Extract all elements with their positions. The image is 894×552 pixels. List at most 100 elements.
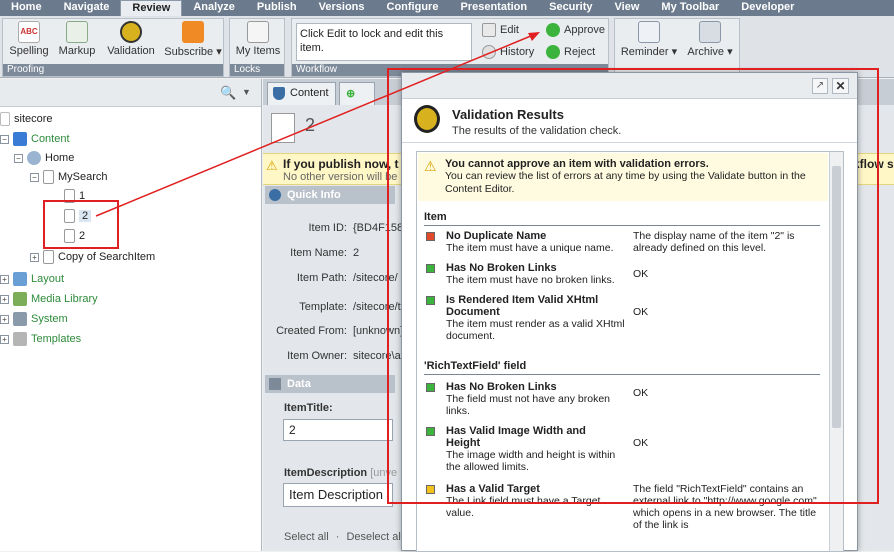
validator-description: The item must have a unique name.	[446, 242, 614, 254]
tree-search-bar: 🔍 ▼	[0, 79, 261, 107]
content-icon	[13, 132, 27, 146]
markup-button[interactable]: Markup	[55, 21, 99, 57]
select-all-link[interactable]: Select all	[284, 531, 329, 543]
markup-label: Markup	[58, 45, 96, 57]
item-title-input[interactable]: 2	[283, 419, 393, 441]
edit-icon	[482, 23, 496, 37]
tree-node-item-2-selected[interactable]: 2	[64, 209, 92, 223]
history-button[interactable]: History	[482, 45, 534, 59]
folder-icon	[0, 112, 10, 126]
tree-node-system[interactable]: + System	[0, 312, 68, 326]
locks-group-title: Locks	[230, 64, 284, 76]
reminder-button[interactable]: Reminder ▾	[619, 21, 679, 58]
close-icon[interactable]: ✕	[832, 78, 849, 94]
tree-node-templates[interactable]: + Templates	[0, 332, 81, 346]
item-id-label: Item ID:	[308, 222, 347, 234]
item-name-label: Item Name:	[290, 247, 347, 259]
scrollbar-thumb[interactable]	[832, 166, 841, 428]
tree-node-layout[interactable]: + Layout	[0, 272, 64, 286]
collapse-icon[interactable]: −	[14, 153, 23, 163]
popout-icon[interactable]: ↗	[812, 78, 828, 94]
tree-node-media-library[interactable]: + Media Library	[0, 292, 98, 306]
item-title-label: ItemTitle:	[284, 402, 333, 414]
item-path-label: Item Path:	[296, 272, 347, 284]
quick-info-label: Quick Info	[287, 189, 341, 201]
templates-icon	[13, 332, 27, 346]
info-icon	[269, 189, 281, 201]
quick-info-header[interactable]: Quick Info	[265, 186, 395, 204]
tree-node-item-2-duplicate[interactable]: 2	[64, 229, 85, 243]
menu-tab-analyze[interactable]: Analyze	[182, 0, 246, 16]
document-icon	[64, 189, 75, 203]
tree-node-home[interactable]: − Home	[14, 151, 74, 165]
reject-icon	[546, 45, 560, 59]
markup-icon	[66, 21, 88, 43]
tree-node-item-1[interactable]: 1	[64, 189, 85, 203]
collapse-icon[interactable]: −	[30, 172, 39, 182]
approve-button[interactable]: Approve	[546, 23, 605, 37]
deselect-all-link[interactable]: Deselect all	[346, 531, 403, 543]
archive-icon	[699, 21, 721, 43]
expand-icon[interactable]: +	[0, 274, 9, 284]
subscribe-button[interactable]: Subscribe ▾	[163, 21, 223, 58]
document-icon	[64, 209, 75, 223]
menu-tab-review[interactable]: Review	[120, 0, 183, 16]
spelling-button[interactable]: ABC Spelling	[7, 21, 51, 57]
proofing-group-title: Proofing	[3, 64, 223, 76]
workflow-group: Click Edit to lock and edit this item. E…	[291, 18, 609, 77]
results-scrollbar[interactable]	[829, 152, 843, 551]
menu-tab-developer[interactable]: Developer	[730, 0, 805, 16]
dialog-title: Validation Results	[452, 107, 564, 122]
menu-tab-configure[interactable]: Configure	[376, 0, 450, 16]
reject-button[interactable]: Reject	[546, 45, 595, 59]
expand-icon[interactable]: +	[0, 294, 9, 304]
menu-tab-publish[interactable]: Publish	[246, 0, 308, 16]
menu-tab-my-toolbar[interactable]: My Toolbar	[650, 0, 730, 16]
menu-tab-versions[interactable]: Versions	[308, 0, 376, 16]
tree-node-copy-of-searchitem[interactable]: + Copy of SearchItem	[30, 250, 155, 264]
menu-tab-home[interactable]: Home	[0, 0, 53, 16]
edit-button[interactable]: Edit	[482, 23, 519, 37]
media-icon	[13, 292, 27, 306]
expand-icon[interactable]: +	[0, 334, 9, 344]
tree-node-label: Layout	[31, 273, 65, 285]
bug-icon	[414, 105, 440, 133]
my-items-button[interactable]: My Items	[234, 21, 282, 57]
chevron-down-icon[interactable]: ▼	[242, 87, 251, 97]
search-icon[interactable]: 🔍	[220, 85, 236, 101]
tree-node-label: sitecore	[14, 113, 53, 125]
reject-label: Reject	[564, 46, 596, 58]
item-description-label-text: ItemDescription	[284, 467, 368, 479]
menu-tab-view[interactable]: View	[604, 0, 651, 16]
rss-icon	[182, 21, 204, 43]
tree-node-label: Copy of SearchItem	[58, 251, 156, 263]
tree-node-label: Content	[31, 133, 70, 145]
validator-name: Has No Broken Links	[446, 262, 557, 274]
item-description-input[interactable]: Item Description	[283, 483, 393, 507]
result-group-heading: 'RichTextField' field	[424, 360, 820, 375]
tree-node-sitecore[interactable]: sitecore	[0, 112, 53, 126]
tree-node-mysearch[interactable]: − MySearch	[30, 170, 108, 184]
tree-node-label: Home	[45, 152, 75, 164]
validator-name: Has Valid Image Width and Height	[446, 425, 586, 449]
tab-add[interactable]: ⊕	[339, 82, 375, 105]
warning-status-icon	[426, 485, 435, 494]
warning-icon: ⚠	[266, 158, 278, 173]
validation-button[interactable]: Validation	[103, 21, 159, 57]
tree-node-content[interactable]: − Content	[0, 132, 70, 146]
validator-result: OK	[633, 437, 649, 449]
tab-content[interactable]: Content	[267, 82, 336, 105]
reminder-icon	[638, 21, 660, 43]
content-tree: 🔍 ▼ sitecore − Content − Home − MySearch 1 …	[0, 79, 262, 551]
data-section-header[interactable]: Data	[265, 375, 395, 393]
archive-button[interactable]: Archive ▾	[683, 21, 737, 58]
expand-icon[interactable]: +	[30, 252, 39, 262]
collapse-icon[interactable]: −	[0, 134, 9, 144]
validator-result: The display name of the item "2" is alre…	[633, 230, 795, 254]
menu-tab-presentation[interactable]: Presentation	[449, 0, 538, 16]
item-name-value: 2	[353, 247, 360, 259]
tree-node-label: 2	[79, 210, 92, 222]
menu-tab-navigate[interactable]: Navigate	[53, 0, 121, 16]
menu-tab-security[interactable]: Security	[538, 0, 603, 16]
expand-icon[interactable]: +	[0, 314, 9, 324]
